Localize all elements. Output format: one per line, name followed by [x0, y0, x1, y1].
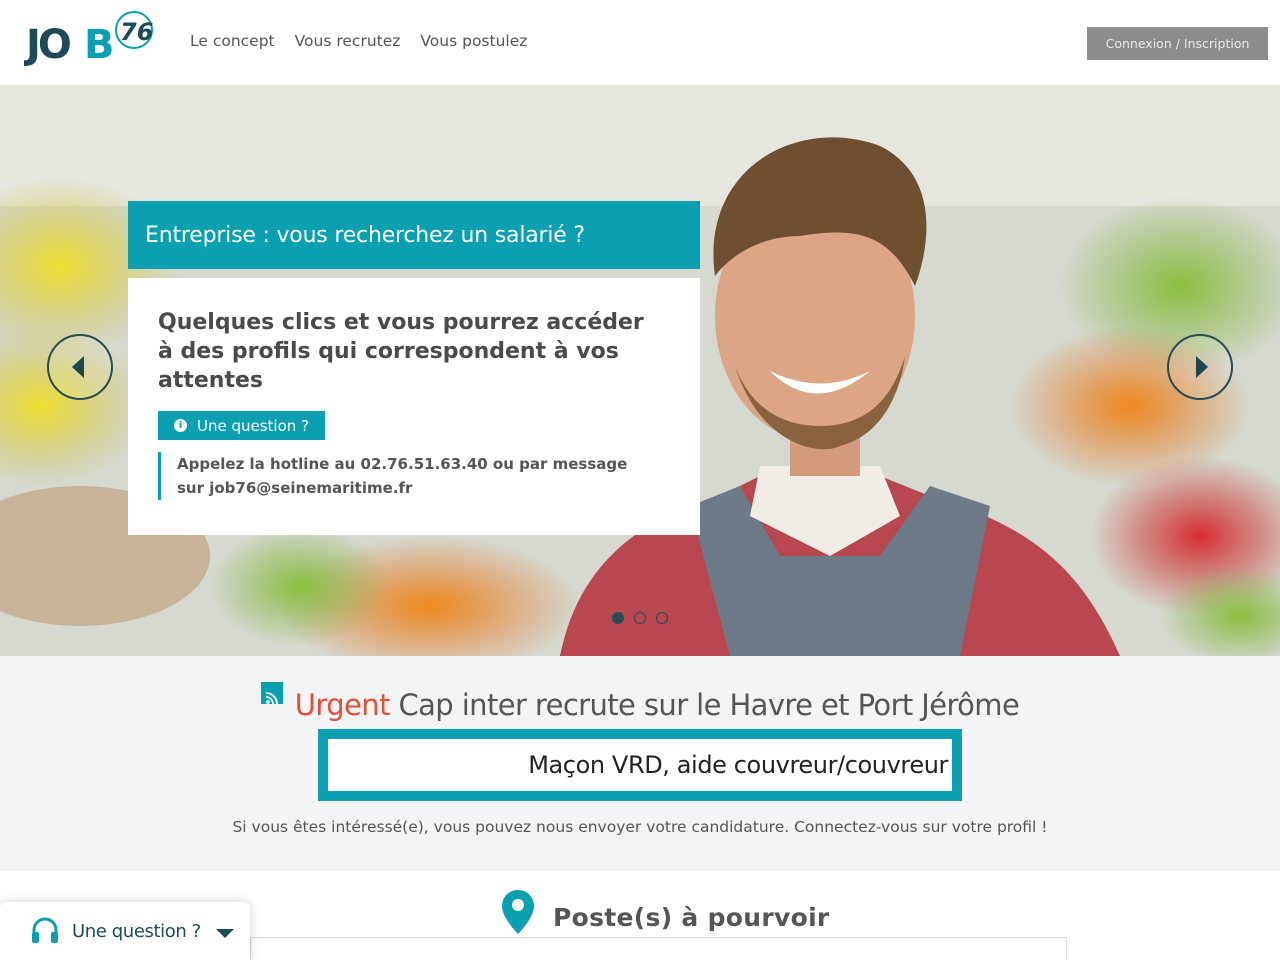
- postes-title: Poste(s) à pourvoir: [553, 903, 830, 932]
- headset-icon: [32, 917, 58, 943]
- interest-text: Si vous êtes intéressé(e), vous pouvez n…: [232, 818, 1048, 836]
- urgent-section: Urgent Cap inter recrute sur le Havre et…: [0, 656, 1280, 871]
- job-ticker: Maçon VRD, aide couvreur/couvreur: [318, 729, 962, 801]
- svg-text:JO: JO: [24, 22, 70, 66]
- help-widget-label: Une question ?: [72, 920, 201, 942]
- postes-panel: [250, 937, 1067, 960]
- urgent-heading: Urgent Cap inter recrute sur le Havre et…: [0, 682, 1280, 722]
- hotline-text: Appelez la hotline au 02.76.51.63.40 ou …: [158, 452, 628, 500]
- next-slide-button[interactable]: [1167, 334, 1233, 400]
- site-header: JO B 76 Le concept Vous recrutez Vous po…: [0, 0, 1280, 86]
- carousel-dot-1[interactable]: [612, 612, 624, 624]
- carousel-dot-2[interactable]: [634, 612, 646, 624]
- question-badge[interactable]: i Une question ?: [158, 411, 326, 440]
- svg-text:76: 76: [120, 18, 153, 46]
- urgent-label: Urgent: [294, 688, 391, 722]
- nav-item-applying[interactable]: Vous postulez: [420, 32, 527, 50]
- carousel-dot-3[interactable]: [656, 612, 668, 624]
- nav-item-concept[interactable]: Le concept: [190, 32, 275, 50]
- hero-text: Quelques clics et vous pourrez accéder à…: [158, 310, 644, 393]
- svg-text:B: B: [84, 22, 115, 66]
- help-widget[interactable]: Une question ?: [0, 902, 250, 960]
- login-signup-button[interactable]: Connexion / Inscription: [1087, 27, 1268, 60]
- chevron-right-icon: [1196, 356, 1208, 378]
- job-ticker-inner: Maçon VRD, aide couvreur/couvreur: [328, 739, 952, 791]
- urgent-title: Cap inter recrute sur le Havre et Port J…: [398, 688, 1020, 722]
- hero-title-box: Entreprise : vous recherchez un salarié …: [128, 201, 700, 269]
- previous-slide-button[interactable]: [47, 334, 113, 400]
- chevron-down-icon: [216, 929, 234, 938]
- nav-item-recruiting[interactable]: Vous recrutez: [295, 32, 401, 50]
- job76-logo[interactable]: JO B 76: [24, 10, 159, 66]
- map-pin-icon: [502, 890, 534, 934]
- question-label: Une question ?: [197, 416, 310, 435]
- rss-icon: [260, 682, 283, 705]
- hero-title: Entreprise : vous recherchez un salarié …: [145, 222, 585, 248]
- main-nav: Le concept Vous recrutez Vous postulez: [190, 32, 527, 50]
- info-icon: i: [174, 419, 187, 432]
- carousel-indicators: [612, 612, 668, 624]
- hero-card: Quelques clics et vous pourrez accéder à…: [128, 278, 700, 535]
- chevron-left-icon: [72, 356, 84, 378]
- hero-carousel: Entreprise : vous recherchez un salarié …: [0, 86, 1280, 656]
- job-ticker-text: Maçon VRD, aide couvreur/couvreur: [528, 751, 948, 779]
